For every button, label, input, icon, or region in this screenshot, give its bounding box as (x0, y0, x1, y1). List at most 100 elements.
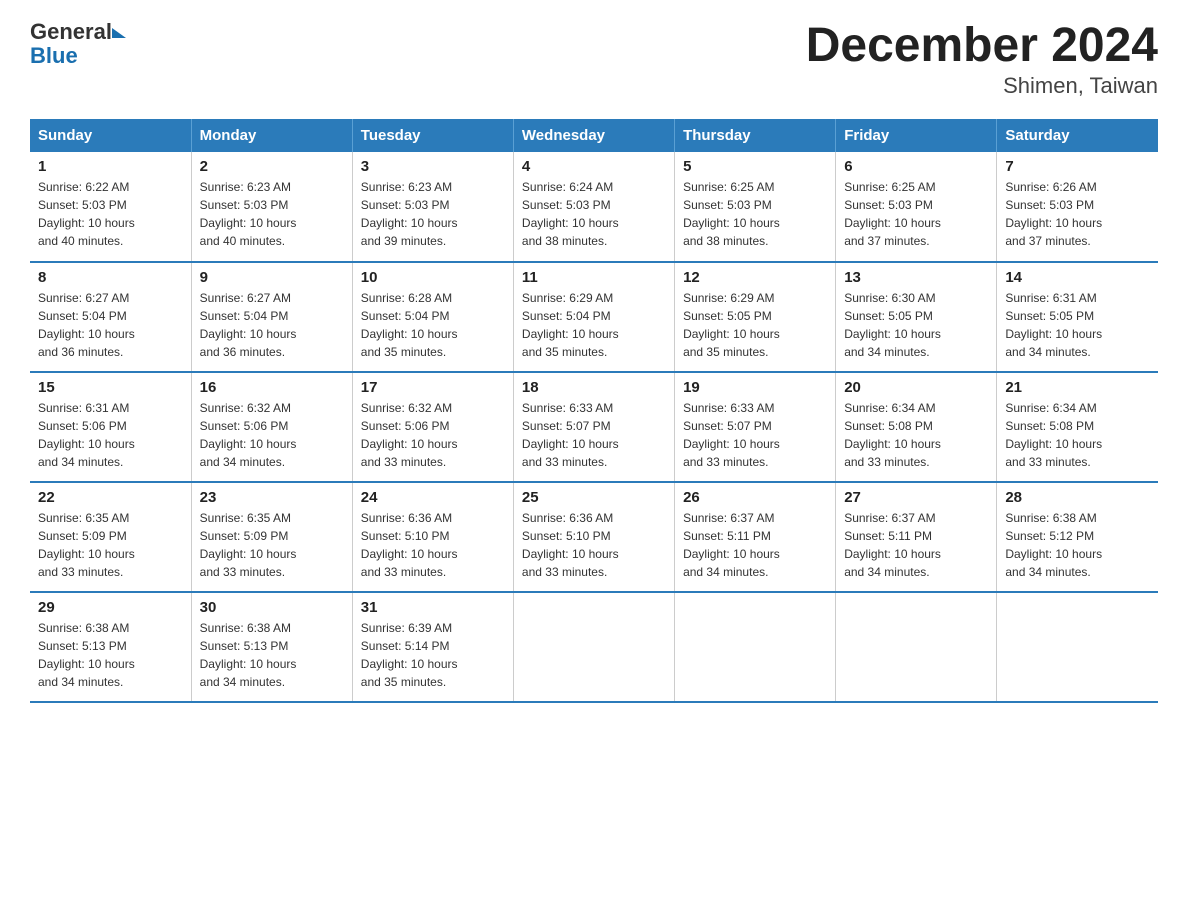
cell-info: Sunrise: 6:23 AM Sunset: 5:03 PM Dayligh… (200, 178, 344, 250)
weekday-header-saturday: Saturday (997, 119, 1158, 152)
calendar-cell: 21 Sunrise: 6:34 AM Sunset: 5:08 PM Dayl… (997, 372, 1158, 482)
cell-info: Sunrise: 6:32 AM Sunset: 5:06 PM Dayligh… (361, 399, 505, 471)
day-number: 27 (844, 489, 988, 506)
calendar-cell: 7 Sunrise: 6:26 AM Sunset: 5:03 PM Dayli… (997, 152, 1158, 262)
day-number: 15 (38, 379, 183, 396)
cell-info: Sunrise: 6:33 AM Sunset: 5:07 PM Dayligh… (683, 399, 827, 471)
day-number: 7 (1005, 158, 1150, 175)
day-number: 17 (361, 379, 505, 396)
calendar-cell (675, 592, 836, 702)
weekday-header-row: SundayMondayTuesdayWednesdayThursdayFrid… (30, 119, 1158, 152)
calendar-cell: 27 Sunrise: 6:37 AM Sunset: 5:11 PM Dayl… (836, 482, 997, 592)
day-number: 2 (200, 158, 344, 175)
calendar-cell: 20 Sunrise: 6:34 AM Sunset: 5:08 PM Dayl… (836, 372, 997, 482)
day-number: 25 (522, 489, 666, 506)
calendar-cell: 2 Sunrise: 6:23 AM Sunset: 5:03 PM Dayli… (191, 152, 352, 262)
calendar-cell: 13 Sunrise: 6:30 AM Sunset: 5:05 PM Dayl… (836, 262, 997, 372)
cell-info: Sunrise: 6:39 AM Sunset: 5:14 PM Dayligh… (361, 619, 505, 691)
calendar-body: 1 Sunrise: 6:22 AM Sunset: 5:03 PM Dayli… (30, 152, 1158, 702)
calendar-cell: 26 Sunrise: 6:37 AM Sunset: 5:11 PM Dayl… (675, 482, 836, 592)
calendar-week-row: 29 Sunrise: 6:38 AM Sunset: 5:13 PM Dayl… (30, 592, 1158, 702)
calendar-cell (513, 592, 674, 702)
calendar-cell: 9 Sunrise: 6:27 AM Sunset: 5:04 PM Dayli… (191, 262, 352, 372)
cell-info: Sunrise: 6:24 AM Sunset: 5:03 PM Dayligh… (522, 178, 666, 250)
calendar-cell: 15 Sunrise: 6:31 AM Sunset: 5:06 PM Dayl… (30, 372, 191, 482)
calendar-table: SundayMondayTuesdayWednesdayThursdayFrid… (30, 119, 1158, 703)
cell-info: Sunrise: 6:25 AM Sunset: 5:03 PM Dayligh… (844, 178, 988, 250)
day-number: 20 (844, 379, 988, 396)
cell-info: Sunrise: 6:28 AM Sunset: 5:04 PM Dayligh… (361, 289, 505, 361)
calendar-cell: 23 Sunrise: 6:35 AM Sunset: 5:09 PM Dayl… (191, 482, 352, 592)
cell-info: Sunrise: 6:37 AM Sunset: 5:11 PM Dayligh… (844, 509, 988, 581)
cell-info: Sunrise: 6:27 AM Sunset: 5:04 PM Dayligh… (200, 289, 344, 361)
calendar-cell: 30 Sunrise: 6:38 AM Sunset: 5:13 PM Dayl… (191, 592, 352, 702)
day-number: 12 (683, 269, 827, 286)
cell-info: Sunrise: 6:36 AM Sunset: 5:10 PM Dayligh… (522, 509, 666, 581)
cell-info: Sunrise: 6:38 AM Sunset: 5:13 PM Dayligh… (38, 619, 183, 691)
day-number: 22 (38, 489, 183, 506)
calendar-cell: 19 Sunrise: 6:33 AM Sunset: 5:07 PM Dayl… (675, 372, 836, 482)
day-number: 8 (38, 269, 183, 286)
day-number: 30 (200, 599, 344, 616)
cell-info: Sunrise: 6:33 AM Sunset: 5:07 PM Dayligh… (522, 399, 666, 471)
day-number: 24 (361, 489, 505, 506)
day-number: 14 (1005, 269, 1150, 286)
cell-info: Sunrise: 6:23 AM Sunset: 5:03 PM Dayligh… (361, 178, 505, 250)
day-number: 13 (844, 269, 988, 286)
calendar-cell: 14 Sunrise: 6:31 AM Sunset: 5:05 PM Dayl… (997, 262, 1158, 372)
calendar-cell: 24 Sunrise: 6:36 AM Sunset: 5:10 PM Dayl… (352, 482, 513, 592)
calendar-cell: 22 Sunrise: 6:35 AM Sunset: 5:09 PM Dayl… (30, 482, 191, 592)
day-number: 11 (522, 269, 666, 286)
logo-triangle-icon (112, 28, 126, 38)
calendar-cell: 4 Sunrise: 6:24 AM Sunset: 5:03 PM Dayli… (513, 152, 674, 262)
day-number: 23 (200, 489, 344, 506)
cell-info: Sunrise: 6:38 AM Sunset: 5:13 PM Dayligh… (200, 619, 344, 691)
day-number: 1 (38, 158, 183, 175)
calendar-cell (836, 592, 997, 702)
cell-info: Sunrise: 6:31 AM Sunset: 5:05 PM Dayligh… (1005, 289, 1150, 361)
weekday-header-tuesday: Tuesday (352, 119, 513, 152)
cell-info: Sunrise: 6:27 AM Sunset: 5:04 PM Dayligh… (38, 289, 183, 361)
cell-info: Sunrise: 6:34 AM Sunset: 5:08 PM Dayligh… (844, 399, 988, 471)
calendar-cell: 25 Sunrise: 6:36 AM Sunset: 5:10 PM Dayl… (513, 482, 674, 592)
cell-info: Sunrise: 6:34 AM Sunset: 5:08 PM Dayligh… (1005, 399, 1150, 471)
calendar-cell: 10 Sunrise: 6:28 AM Sunset: 5:04 PM Dayl… (352, 262, 513, 372)
calendar-week-row: 1 Sunrise: 6:22 AM Sunset: 5:03 PM Dayli… (30, 152, 1158, 262)
calendar-cell: 16 Sunrise: 6:32 AM Sunset: 5:06 PM Dayl… (191, 372, 352, 482)
day-number: 19 (683, 379, 827, 396)
calendar-cell: 17 Sunrise: 6:32 AM Sunset: 5:06 PM Dayl… (352, 372, 513, 482)
cell-info: Sunrise: 6:25 AM Sunset: 5:03 PM Dayligh… (683, 178, 827, 250)
day-number: 26 (683, 489, 827, 506)
weekday-header-thursday: Thursday (675, 119, 836, 152)
calendar-cell: 5 Sunrise: 6:25 AM Sunset: 5:03 PM Dayli… (675, 152, 836, 262)
weekday-header-friday: Friday (836, 119, 997, 152)
cell-info: Sunrise: 6:35 AM Sunset: 5:09 PM Dayligh… (38, 509, 183, 581)
calendar-cell: 18 Sunrise: 6:33 AM Sunset: 5:07 PM Dayl… (513, 372, 674, 482)
weekday-header-monday: Monday (191, 119, 352, 152)
day-number: 31 (361, 599, 505, 616)
cell-info: Sunrise: 6:29 AM Sunset: 5:05 PM Dayligh… (683, 289, 827, 361)
calendar-cell: 12 Sunrise: 6:29 AM Sunset: 5:05 PM Dayl… (675, 262, 836, 372)
day-number: 3 (361, 158, 505, 175)
cell-info: Sunrise: 6:36 AM Sunset: 5:10 PM Dayligh… (361, 509, 505, 581)
cell-info: Sunrise: 6:26 AM Sunset: 5:03 PM Dayligh… (1005, 178, 1150, 250)
calendar-cell: 6 Sunrise: 6:25 AM Sunset: 5:03 PM Dayli… (836, 152, 997, 262)
calendar-week-row: 22 Sunrise: 6:35 AM Sunset: 5:09 PM Dayl… (30, 482, 1158, 592)
calendar-cell: 8 Sunrise: 6:27 AM Sunset: 5:04 PM Dayli… (30, 262, 191, 372)
cell-info: Sunrise: 6:37 AM Sunset: 5:11 PM Dayligh… (683, 509, 827, 581)
day-number: 16 (200, 379, 344, 396)
title-block: December 2024 Shimen, Taiwan (806, 20, 1158, 99)
calendar-cell: 29 Sunrise: 6:38 AM Sunset: 5:13 PM Dayl… (30, 592, 191, 702)
cell-info: Sunrise: 6:38 AM Sunset: 5:12 PM Dayligh… (1005, 509, 1150, 581)
day-number: 5 (683, 158, 827, 175)
calendar-cell: 1 Sunrise: 6:22 AM Sunset: 5:03 PM Dayli… (30, 152, 191, 262)
cell-info: Sunrise: 6:31 AM Sunset: 5:06 PM Dayligh… (38, 399, 183, 471)
logo-general-text: General (30, 19, 112, 44)
weekday-header-wednesday: Wednesday (513, 119, 674, 152)
day-number: 28 (1005, 489, 1150, 506)
cell-info: Sunrise: 6:32 AM Sunset: 5:06 PM Dayligh… (200, 399, 344, 471)
logo: General Blue (30, 20, 124, 68)
page-title: December 2024 (806, 20, 1158, 73)
calendar-cell: 31 Sunrise: 6:39 AM Sunset: 5:14 PM Dayl… (352, 592, 513, 702)
page-subtitle: Shimen, Taiwan (806, 73, 1158, 99)
